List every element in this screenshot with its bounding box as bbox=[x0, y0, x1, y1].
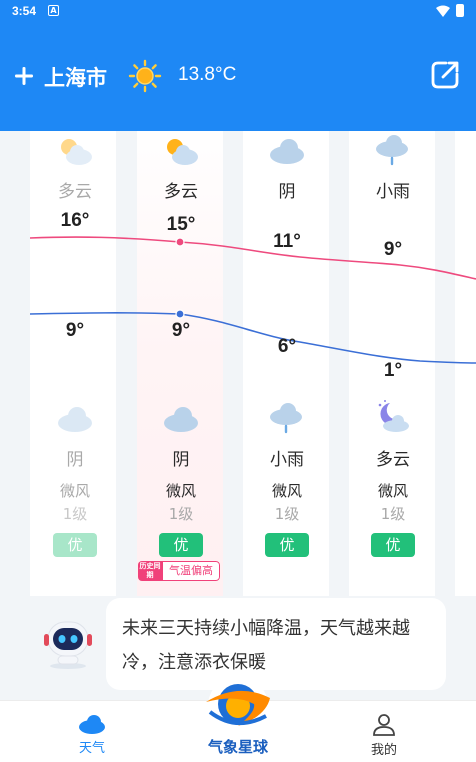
planet-logo-icon bbox=[206, 676, 270, 736]
nav-mine-label: 我的 bbox=[370, 743, 397, 758]
low-temp-dot-today bbox=[175, 309, 185, 319]
app-logo[interactable]: 气象星球 bbox=[196, 672, 280, 762]
cloud-icon bbox=[79, 715, 105, 734]
wind-level: 1级 bbox=[274, 505, 300, 523]
status-bar: 3:54 A bbox=[0, 0, 476, 24]
high-temp-dot-today bbox=[175, 237, 185, 247]
notification-icon: A bbox=[48, 5, 59, 16]
history-badge-label: 历史同期 bbox=[138, 561, 162, 581]
high-temp: 11° bbox=[273, 231, 301, 252]
wind-level: 1级 bbox=[380, 505, 406, 523]
night-weather: 阴 bbox=[66, 450, 84, 470]
light-rain-icon bbox=[270, 403, 302, 434]
header: 上海市 13.8°C bbox=[0, 24, 476, 131]
high-temp: 15° bbox=[166, 214, 196, 235]
cloud-icon bbox=[164, 407, 198, 432]
high-temp: 9° bbox=[383, 239, 403, 260]
nav-weather[interactable]: 天气 bbox=[62, 713, 122, 756]
night-weather: 小雨 bbox=[270, 450, 304, 470]
daily-forecast[interactable]: 多云 多云 阴 小雨 16° 15° 11° 9° 9° 9° 6° 1° 阴 … bbox=[0, 131, 476, 596]
aqi-badge: 优 bbox=[265, 533, 309, 557]
low-temp: 9° bbox=[171, 320, 191, 341]
user-icon bbox=[373, 714, 395, 736]
aqi-badge: 优 bbox=[53, 533, 97, 557]
wind-direction: 微风 bbox=[165, 482, 196, 500]
battery-icon bbox=[456, 4, 464, 17]
current-temperature: 13.8°C bbox=[178, 64, 237, 85]
nav-mine[interactable]: 我的 bbox=[354, 713, 414, 758]
cloud-icon bbox=[58, 407, 92, 432]
city-name[interactable]: 上海市 bbox=[44, 62, 107, 92]
status-time: 3:54 bbox=[12, 4, 37, 18]
aqi-badge: 优 bbox=[371, 533, 415, 557]
robot-assistant-icon[interactable] bbox=[42, 614, 94, 670]
night-weather: 多云 bbox=[376, 450, 410, 470]
wind-direction: 微风 bbox=[271, 482, 302, 500]
low-temp: 6° bbox=[277, 336, 297, 357]
plus-icon[interactable] bbox=[14, 66, 34, 86]
history-comparison-badge[interactable]: 历史同期 气温偏高 bbox=[138, 561, 220, 581]
history-badge-value: 气温偏高 bbox=[162, 561, 220, 581]
sun-icon bbox=[128, 59, 162, 93]
wind-level: 1级 bbox=[168, 505, 194, 523]
nav-weather-label: 天气 bbox=[78, 741, 105, 756]
wifi-icon bbox=[436, 5, 450, 17]
temperature-chart bbox=[29, 236, 476, 364]
wind-direction: 微风 bbox=[59, 482, 90, 500]
wind-direction: 微风 bbox=[377, 482, 408, 500]
wind-level: 1级 bbox=[62, 505, 88, 523]
cloudy-night-icon bbox=[378, 400, 409, 432]
low-temp: 1° bbox=[383, 360, 403, 381]
share-icon[interactable] bbox=[430, 60, 460, 90]
high-temp: 16° bbox=[60, 210, 90, 231]
night-weather: 阴 bbox=[172, 450, 190, 470]
low-temp: 9° bbox=[65, 320, 85, 341]
logo-text: 气象星球 bbox=[207, 738, 268, 756]
aqi-badge: 优 bbox=[159, 533, 203, 557]
